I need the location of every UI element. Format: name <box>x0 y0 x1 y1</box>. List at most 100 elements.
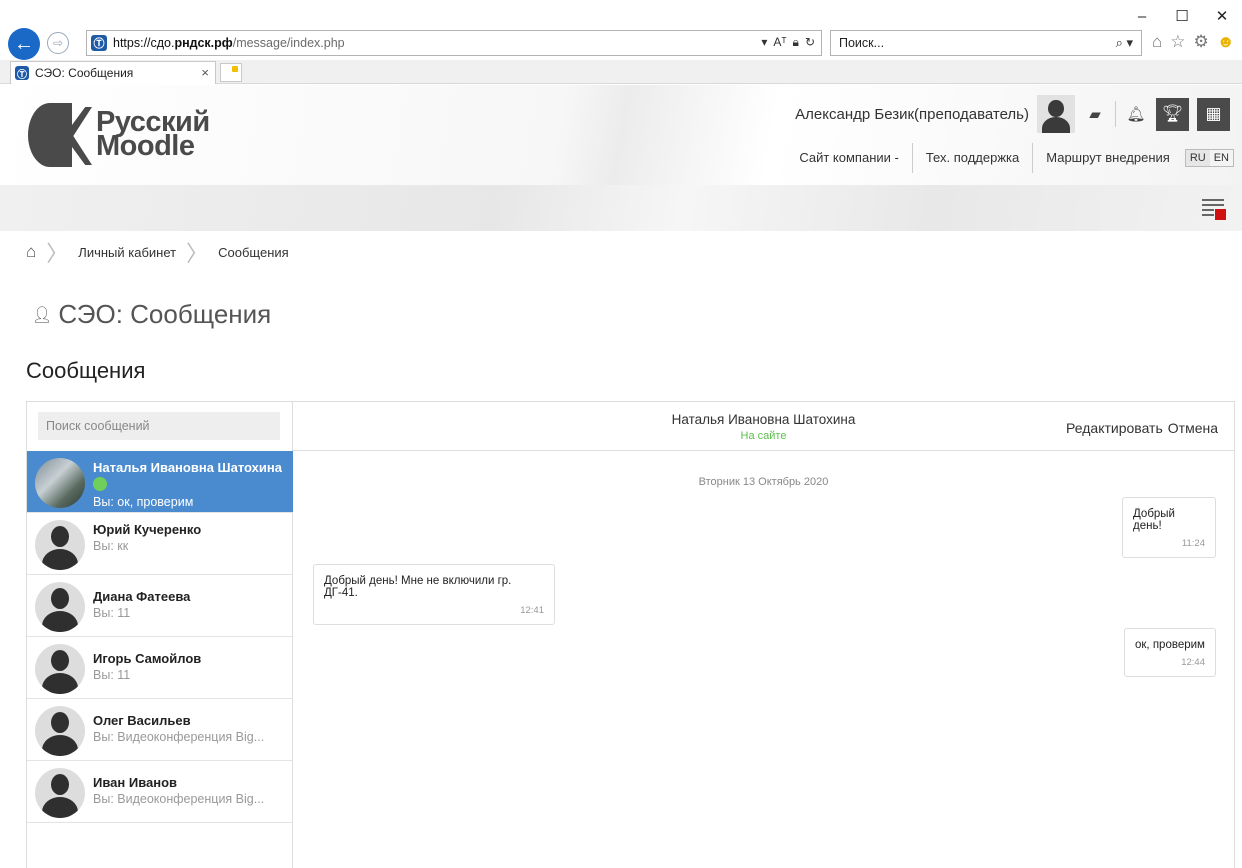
messaging-panel: Поиск сообщений Наталья Ивановна Шатохин… <box>26 401 1235 868</box>
bell-icon[interactable]: 🔔︎ <box>1124 102 1148 126</box>
contact-list: Наталья Ивановна Шатохина Вы: ок, провер… <box>27 451 293 823</box>
url-prefix: https://сдо. <box>113 36 175 50</box>
contact-item[interactable]: Иван Иванов Вы: Видеоконференция Big... <box>27 761 293 823</box>
message-bubble-incoming: Добрый день! Мне не включили гр. ДГ-41. … <box>313 564 555 625</box>
contact-preview: Вы: ок, проверим <box>93 495 194 509</box>
new-tab-button[interactable] <box>220 63 242 82</box>
page-title: 👤︎ СЭО: Сообщения <box>32 299 271 330</box>
contact-preview: Вы: Видеоконференция Big... <box>93 792 265 806</box>
close-window-button[interactable]: ✕ <box>1202 2 1242 30</box>
contact-avatar <box>35 768 85 818</box>
lang-en-button[interactable]: EN <box>1210 150 1233 166</box>
feedback-smiley-icon[interactable]: ☻ <box>1217 32 1235 52</box>
breadcrumb-messages[interactable]: Сообщения <box>218 245 289 260</box>
contact-name: Наталья Ивановна Шатохина <box>93 460 282 475</box>
favorites-star-icon[interactable]: ☆ <box>1170 32 1185 52</box>
message-text: ок, проверим <box>1135 639 1205 651</box>
search-icon[interactable]: ⌕ ▾ <box>1116 35 1133 51</box>
browser-toolbar-icons: ⌂ ☆ ⚙ ☻ <box>1152 32 1235 52</box>
trophy-icon[interactable]: 🏆︎ <box>1156 97 1189 131</box>
contact-name: Олег Васильев <box>93 713 191 728</box>
contact-avatar <box>35 458 85 508</box>
url-path: /message/index.php <box>232 36 345 50</box>
grid-menu-icon[interactable]: ▦ <box>1197 97 1230 131</box>
address-bar[interactable]: Ⓣ https://сдо. рндск.рф/message/index.php… <box>86 30 822 56</box>
home-icon[interactable]: ⌂ <box>1152 32 1162 52</box>
contact-avatar <box>35 520 85 570</box>
forward-button[interactable]: ⇨ <box>47 32 69 54</box>
cancel-link[interactable]: Отмена <box>1168 420 1218 436</box>
arrow-left-icon: ← <box>14 32 34 55</box>
tab-favicon-icon: Ⓣ <box>15 66 29 81</box>
user-avatar[interactable] <box>1037 95 1075 133</box>
browser-search-placeholder: Поиск... <box>839 36 885 50</box>
tab-bar: Ⓣ СЭО: Сообщения × <box>0 60 1242 84</box>
support-link[interactable]: Тех. поддержка <box>913 143 1034 173</box>
contacts-panel: Поиск сообщений Наталья Ивановна Шатохин… <box>27 402 293 868</box>
url-domain: рндск.рф <box>174 36 233 50</box>
maximize-button[interactable]: ☐ <box>1162 2 1202 30</box>
contact-item[interactable]: Игорь Самойлов Вы: 11 <box>27 637 293 699</box>
contact-name: Диана Фатеева <box>93 589 191 604</box>
contact-preview: Вы: 11 <box>93 606 131 620</box>
lang-ru-button[interactable]: RU <box>1185 150 1210 166</box>
window-controls: – ☐ ✕ <box>1122 2 1242 30</box>
dropdown-icon[interactable]: ▾ <box>761 35 767 50</box>
contact-item[interactable]: Олег Васильев Вы: Видеоконференция Big..… <box>27 699 293 761</box>
browser-chrome: – ☐ ✕ ← ⇨ Ⓣ https://сдо. рндск.рф/message… <box>0 0 1242 85</box>
contact-avatar <box>35 706 85 756</box>
message-time: 12:44 <box>1181 657 1205 668</box>
task-list-icon[interactable] <box>1202 196 1226 220</box>
conversation-actions: Редактировать Отмена <box>1066 420 1218 436</box>
contact-item[interactable]: Наталья Ивановна Шатохина Вы: ок, провер… <box>27 451 293 513</box>
translate-icon[interactable]: Aᵀ <box>773 35 786 50</box>
contact-item[interactable]: Диана Фатеева Вы: 11 <box>27 575 293 637</box>
user-menu: Александр Безик(преподаватель) ▰ 🔔︎ 🏆︎ ▦ <box>795 95 1230 133</box>
message-time: 11:24 <box>1181 538 1205 549</box>
site-header: Русский Moodle Александр Безик(преподава… <box>0 85 1242 185</box>
browser-tab[interactable]: Ⓣ СЭО: Сообщения × <box>10 61 216 84</box>
logo-3k-icon <box>28 99 92 169</box>
site-logo[interactable]: Русский Moodle <box>28 99 210 169</box>
logo-line2: Moodle <box>96 130 195 162</box>
tab-close-icon[interactable]: × <box>201 65 209 80</box>
user-icon: 👤︎ <box>32 306 53 324</box>
back-button[interactable]: ← <box>8 28 40 60</box>
header-links: Сайт компании - Тех. поддержка Маршрут в… <box>786 143 1234 173</box>
contact-avatar <box>35 582 85 632</box>
settings-gear-icon[interactable]: ⚙ <box>1194 32 1209 52</box>
contact-name: Игорь Самойлов <box>93 651 202 666</box>
message-bubble-outgoing: ок, проверим 12:44 <box>1124 628 1216 677</box>
chat-bubble-icon[interactable]: ▰ <box>1083 102 1107 126</box>
section-title: Сообщения <box>26 358 146 383</box>
tab-title: СЭО: Сообщения <box>35 66 134 80</box>
rollout-route-link[interactable]: Маршрут внедрения <box>1033 143 1183 173</box>
contact-preview: Вы: 11 <box>93 668 131 682</box>
lock-icon[interactable]: 🔒︎ <box>793 35 799 50</box>
refresh-icon[interactable]: ↻ <box>805 35 815 50</box>
breadcrumb-dashboard[interactable]: Личный кабинет <box>78 245 176 260</box>
message-search-input[interactable]: Поиск сообщений <box>38 412 280 440</box>
chevron-right-icon: 〉 <box>46 241 69 266</box>
home-icon[interactable]: ⌂ <box>26 242 36 262</box>
sub-navbar <box>0 185 1242 231</box>
conversation-panel: Наталья Ивановна Шатохина На сайте Редак… <box>293 402 1234 868</box>
minimize-button[interactable]: – <box>1122 2 1162 30</box>
user-name[interactable]: Александр Безик(преподаватель) <box>795 106 1029 123</box>
page-title-text: СЭО: Сообщения <box>58 299 272 329</box>
chevron-right-icon: 〉 <box>186 241 209 266</box>
language-switch: RU EN <box>1184 149 1234 167</box>
company-site-link[interactable]: Сайт компании - <box>786 143 913 173</box>
edit-link[interactable]: Редактировать <box>1066 420 1163 436</box>
conversation-header: Наталья Ивановна Шатохина На сайте Редак… <box>293 402 1234 451</box>
site-favicon-icon: Ⓣ <box>91 35 107 51</box>
contact-preview: Вы: Видеоконференция Big... <box>93 730 265 744</box>
contact-avatar <box>35 644 85 694</box>
breadcrumb: ⌂ 〉 Личный кабинет 〉 Сообщения <box>26 238 289 266</box>
divider <box>1115 101 1116 127</box>
browser-search-input[interactable]: Поиск... ⌕ ▾ <box>830 30 1142 56</box>
contact-item[interactable]: Юрий Кучеренко Вы: кк <box>27 513 293 575</box>
message-bubble-outgoing: Добрый день! 11:24 <box>1122 497 1216 558</box>
arrow-right-icon: ⇨ <box>52 36 64 50</box>
message-search-placeholder: Поиск сообщений <box>46 419 150 433</box>
